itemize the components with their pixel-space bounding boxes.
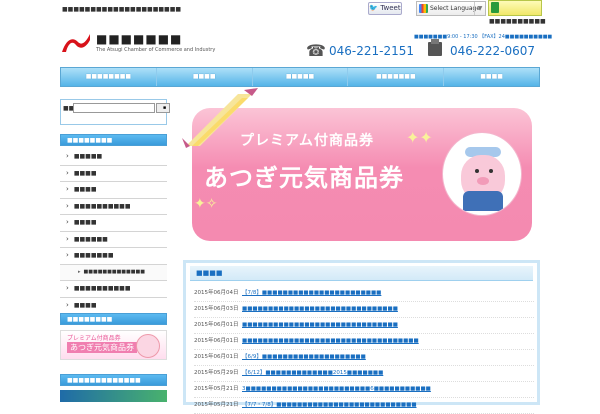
search-box: ■■: ■ [60, 99, 170, 125]
mascot-icon [136, 334, 160, 358]
side-menu-item[interactable]: ■■■■ [60, 165, 167, 182]
promo-line2: あつぎ元気商品券 [67, 342, 137, 353]
news-link[interactable]: 3■■■■■■■■■■■■■■■■■■■■■■■■6■■■■■■■■■■■ [242, 386, 431, 392]
news-date: 2015年05月21日 [194, 402, 239, 408]
side-menu-item[interactable]: ■■■■■ [60, 149, 167, 166]
news-link[interactable]: 【7/8】■■■■■■■■■■■■■■■■■■■■■■■ [242, 290, 381, 296]
search-button[interactable]: ■ [156, 103, 170, 113]
accessibility-button[interactable]: ■■■■■■■■■■ [488, 0, 546, 25]
link-banner[interactable] [60, 390, 167, 402]
language-select[interactable]: Select Language ▼ [416, 1, 486, 16]
news-link[interactable]: ■■■■■■■■■■■■■■■■■■■■■■■■■■■■■■ [242, 322, 398, 328]
news-date: 2015年06月04日 [194, 290, 239, 296]
side-menu-item[interactable]: ■■■■■■■■■■ [60, 198, 167, 215]
news-title: ■■■■ [196, 269, 223, 277]
news-date: 2015年06月01日 [194, 354, 239, 360]
site-tagline: ■■■■■■■■■■■■■■■■■■■■■ [62, 6, 182, 13]
side-menu-item[interactable]: ■■■■ [60, 182, 167, 199]
accessibility-label: ■■■■■■■■■■ [489, 18, 546, 25]
promo-heading: ■■■■■■■■ [60, 313, 167, 325]
promo-banner-small[interactable]: プレミアム付商品券 あつぎ元気商品券 [60, 330, 167, 360]
news-row: 2015年06月04日 【7/8】■■■■■■■■■■■■■■■■■■■■■■■ [194, 286, 534, 302]
news-row: 2015年06月03日 ■■■■■■■■■■■■■■■■■■■■■■■■■■■■■… [194, 302, 534, 318]
news-date: 2015年06月01日 [194, 338, 239, 344]
mascot-illustration [442, 132, 522, 216]
side-menu-heading: ■■■■■■■■ [60, 134, 167, 146]
news-row: 2015年05月21日 【7/7・7/8】■■■■■■■■■■■■■■■■■■■■… [194, 398, 534, 414]
nav-item-home[interactable]: ■■■■■■■■ [61, 68, 157, 86]
side-menu: ■■■■■ ■■■■ ■■■■ ■■■■■■■■■■ ■■■■ ■■■■■■ ■… [60, 149, 167, 314]
news-link[interactable]: 【6/9】■■■■■■■■■■■■■■■■■■■■ [242, 354, 366, 360]
side-menu-item[interactable]: ■■■■■■ [60, 231, 167, 248]
news-row: 2015年06月01日 ■■■■■■■■■■■■■■■■■■■■■■■■■■■■■… [194, 318, 534, 334]
side-menu-item[interactable]: ■■■■■■■■■■ [60, 281, 167, 298]
news-date: 2015年06月03日 [194, 306, 239, 312]
side-menu-item[interactable]: ■■■■ [60, 297, 167, 314]
chevron-down-icon: ▼ [474, 2, 485, 15]
news-panel: ■■■■ 2015年06月04日 【7/8】■■■■■■■■■■■■■■■■■■■… [183, 260, 540, 414]
news-date: 2015年06月01日 [194, 322, 239, 328]
news-header: ■■■■ [190, 266, 533, 281]
links-heading: ■■■■■■■■■■■■■ [60, 374, 167, 386]
language-label: Select Language [430, 5, 481, 12]
phone-number: 046-221-2151 [329, 44, 415, 58]
news-link[interactable]: 【6/12】■■■■■■■■■■■■■2015■■■■■■■ [242, 370, 383, 376]
banner-line1: プレミアム付商品券 [240, 133, 375, 149]
news-row: 2015年05月29日 【6/12】■■■■■■■■■■■■■2015■■■■■■… [194, 366, 534, 382]
search-input[interactable] [73, 103, 155, 113]
main-nav: ■■■■■■■■ ■■■■ ■■■■■ ■■■■■■■ ■■■■ [60, 67, 540, 87]
bird-icon: 🐦 [369, 4, 379, 12]
side-menu-item[interactable]: ■■■■■■■ [60, 248, 167, 265]
accessibility-icon [491, 2, 499, 13]
sparkle-icon: ✦✦ [406, 128, 433, 147]
side-menu-item[interactable]: ■■■■ [60, 215, 167, 232]
banner-line2: あつぎ元気商品券 [204, 164, 404, 192]
nav-item-3[interactable]: ■■■■■ [253, 68, 349, 86]
logo-subtitle: The Atsugi Chamber of Commerce and Indus… [96, 47, 216, 53]
news-row: 2015年06月01日 【6/9】■■■■■■■■■■■■■■■■■■■■ [194, 350, 534, 366]
news-row: 2015年06月01日 ■■■■■■■■■■■■■■■■■■■■■■■■■■■■■… [194, 334, 534, 350]
side-submenu-item[interactable]: ■■■■■■■■■■■■■ [60, 264, 167, 281]
news-list: 2015年06月04日 【7/8】■■■■■■■■■■■■■■■■■■■■■■■ … [194, 286, 534, 414]
news-link[interactable]: ■■■■■■■■■■■■■■■■■■■■■■■■■■■■■■■■■■ [242, 338, 419, 344]
tweet-button[interactable]: 🐦 Tweet [368, 2, 402, 15]
logo-title[interactable]: ■■■■■■■ [96, 32, 182, 46]
nav-item-2[interactable]: ■■■■ [157, 68, 253, 86]
fax-icon [428, 39, 442, 56]
news-link[interactable]: 【7/7・7/8】■■■■■■■■■■■■■■■■■■■■■■■■■■■ [242, 402, 417, 408]
phone-icon: ☎ [306, 41, 326, 60]
tweet-label: Tweet [380, 4, 401, 12]
news-row: 2015年05月21日 3■■■■■■■■■■■■■■■■■■■■■■■■6■■■… [194, 382, 534, 398]
news-date: 2015年05月29日 [194, 370, 239, 376]
logo-icon[interactable] [60, 32, 92, 54]
nav-item-5[interactable]: ■■■■ [444, 68, 539, 86]
news-link[interactable]: ■■■■■■■■■■■■■■■■■■■■■■■■■■■■■■ [242, 306, 398, 312]
promo-line1: プレミアム付商品券 [67, 335, 121, 342]
nav-item-4[interactable]: ■■■■■■■ [348, 68, 445, 86]
fax-number: 046-222-0607 [450, 44, 536, 58]
news-date: 2015年05月21日 [194, 386, 239, 392]
sparkle-icon: ✦✧ [194, 196, 218, 212]
google-icon [419, 4, 428, 13]
